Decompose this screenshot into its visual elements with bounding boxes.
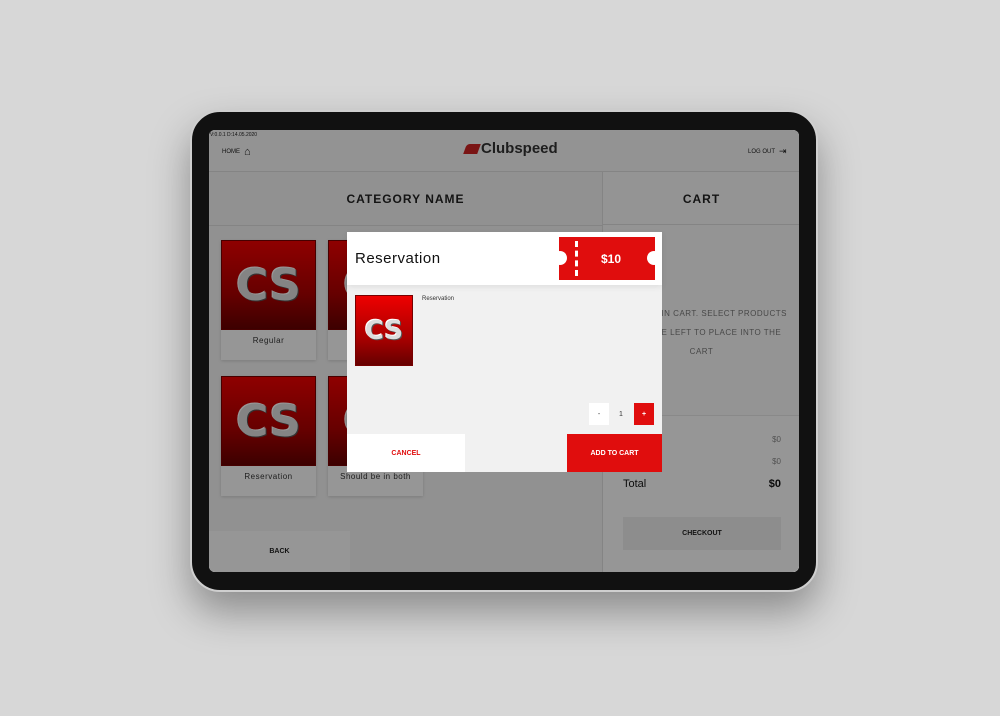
qty-value[interactable]: 1 <box>611 403 631 425</box>
price-text: $10 <box>600 251 622 266</box>
modal-title: Reservation <box>355 250 441 267</box>
price-ticket: $10 <box>553 237 661 280</box>
cancel-button[interactable]: CANCEL <box>347 434 465 472</box>
modal-description: Reservation <box>422 296 455 302</box>
add-to-cart-button[interactable]: ADD TO CART <box>567 434 662 472</box>
product-modal: Reservation $10 CS Reservation - 1 + CAN… <box>347 232 662 472</box>
qty-minus-button[interactable]: - <box>589 403 609 425</box>
modal-product-image: CS <box>355 295 413 366</box>
modal-header: Reservation $10 <box>347 232 662 285</box>
qty-plus-button[interactable]: + <box>634 403 654 425</box>
